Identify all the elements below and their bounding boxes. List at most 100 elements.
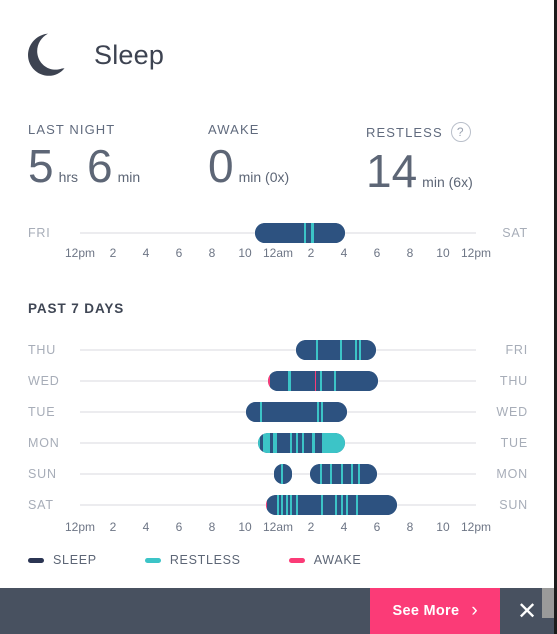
stat-awake: AWAKE 0 min (0x) (208, 122, 289, 189)
segment-sleep (277, 432, 290, 453)
legend-swatch (28, 557, 44, 563)
help-icon[interactable]: ? (450, 122, 471, 142)
segment-restless (321, 432, 346, 453)
segment-sleep (267, 494, 277, 515)
timeline-row-last-night[interactable]: FRI SAT (28, 220, 528, 246)
sleep-segment-bar[interactable] (268, 370, 378, 391)
stat-label: LAST NIGHT (28, 122, 140, 137)
axis-tick-label: 12am (262, 520, 294, 534)
stat-value: 5 hrs 6 min (28, 143, 140, 189)
segment-sleep (304, 432, 313, 453)
segment-sleep (322, 494, 335, 515)
stat-unit-awake: min (0x) (238, 169, 290, 185)
legend-swatch (288, 557, 305, 563)
scrollbar-thumb[interactable] (542, 588, 554, 618)
segment-sleep (358, 494, 397, 515)
legend-label: AWAKE (313, 553, 362, 567)
sleep-segment-bar[interactable] (246, 401, 348, 422)
timeline-label-left: THU (28, 342, 57, 357)
timeline-label-right: FRI (505, 342, 528, 357)
axis-tick-label: 12am (262, 246, 294, 260)
stat-number-hours: 5 (28, 140, 54, 192)
segment-sleep (290, 370, 315, 391)
axis-tick-label: 10 (238, 520, 252, 534)
axis-tick-label: 2 (307, 246, 315, 260)
segment-sleep (274, 463, 281, 484)
axis-tick-label: 12pm (460, 246, 492, 260)
stat-restless: RESTLESS ? 14 min (6x) (366, 122, 473, 194)
axis-tick-label: 10 (238, 246, 252, 260)
sleep-card: Sleep LAST NIGHT 5 hrs 6 min AWAKE 0 min… (0, 0, 557, 634)
axis-tick-label: 8 (208, 246, 216, 260)
axis-tick-label: 12pm (64, 520, 96, 534)
timeline-label-right: SAT (502, 226, 528, 240)
sleep-segment-bar[interactable] (274, 463, 292, 484)
axis-tick-label: 8 (406, 246, 414, 260)
stat-label-text: AWAKE (208, 122, 260, 137)
axis-tick-label: 2 (307, 520, 315, 534)
stat-number-awake: 0 (208, 140, 234, 192)
timeline-row[interactable]: TUE WED (28, 396, 528, 427)
timeline-label-left: SUN (28, 466, 57, 481)
sleep-segment-bar[interactable] (255, 223, 346, 243)
see-more-label: See More (392, 603, 460, 619)
segment-sleep (309, 463, 321, 484)
timeline-label-left: MON (28, 435, 60, 450)
segment-sleep (314, 432, 322, 453)
stat-label: RESTLESS ? (366, 122, 473, 142)
stat-unit-restless: min (6x) (422, 174, 473, 190)
segment-sleep (322, 463, 331, 484)
segment-sleep (282, 463, 292, 484)
axis-tick-label: 6 (373, 246, 381, 260)
timeline-row[interactable]: THU FRI (28, 334, 528, 365)
segment-sleep (317, 339, 341, 360)
past-rows: THU FRI WED THU TUE WED MON TUE SUN MON SAT SUN (28, 334, 528, 520)
stat-label: AWAKE (208, 122, 289, 137)
segment-sleep (342, 339, 355, 360)
timeline-label-left: WED (28, 373, 60, 388)
axis-tick-label: 2 (109, 246, 117, 260)
timeline-label-left: TUE (28, 404, 56, 419)
axis-tick-label: 8 (208, 520, 216, 534)
segment-sleep (360, 463, 377, 484)
stat-value: 14 min (6x) (366, 148, 473, 194)
stat-number-minutes: 6 (87, 140, 113, 192)
segment-sleep (336, 370, 378, 391)
timeline-label-right: WED (496, 404, 528, 419)
timeline-row[interactable]: MON TUE (28, 427, 528, 458)
sleep-segment-bar[interactable] (309, 463, 377, 484)
axis-tick-label: 10 (436, 246, 450, 260)
chevron-right-icon: › (471, 600, 478, 621)
segment-sleep (331, 463, 342, 484)
legend-item: AWAKE (288, 553, 362, 567)
see-more-button[interactable]: See More › (370, 588, 500, 634)
timeline-label-right: MON (496, 466, 528, 481)
timeline-label-right: THU (499, 373, 528, 388)
segment-sleep (323, 401, 348, 422)
timeline-row[interactable]: WED THU (28, 365, 528, 396)
axis-tick-label: 6 (373, 520, 381, 534)
card-header: Sleep (28, 32, 164, 78)
axis-tick-label: 6 (175, 520, 183, 534)
sleep-segment-bar[interactable] (266, 494, 397, 515)
segment-sleep (269, 370, 289, 391)
legend-label: RESTLESS (169, 553, 241, 567)
past-7-days-title: PAST 7 DAYS (28, 301, 125, 316)
timeline-label-right: SUN (499, 497, 528, 512)
segment-sleep (321, 370, 334, 391)
timeline-row[interactable]: SAT SUN (28, 489, 528, 520)
timeline-row[interactable]: SUN MON (28, 458, 528, 489)
axis-tick-label: 4 (142, 520, 150, 534)
axis-tick-label: 10 (436, 520, 450, 534)
sleep-segment-bar[interactable] (295, 339, 376, 360)
page-title: Sleep (94, 39, 165, 70)
sleep-segment-bar[interactable] (258, 432, 346, 453)
axis-tick-label: 8 (406, 520, 414, 534)
axis-tick-label: 4 (340, 520, 348, 534)
moon-icon (28, 32, 72, 78)
segment-restless (262, 432, 271, 453)
stat-label-text: LAST NIGHT (28, 122, 116, 137)
axis-tick-label: 4 (142, 246, 150, 260)
stat-unit-minutes: min (117, 169, 141, 185)
footer-bar: See More › ✕ (0, 588, 554, 634)
